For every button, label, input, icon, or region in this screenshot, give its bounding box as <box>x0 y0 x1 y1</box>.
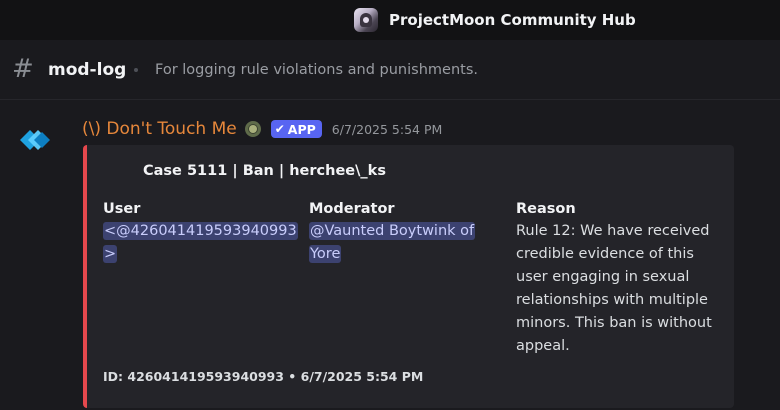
message-header: (\) Don't Touch Me ✔ APP 6/7/2025 5:54 P… <box>82 117 442 141</box>
channel-topic[interactable]: For logging rule violations and punishme… <box>155 62 478 78</box>
field-name: Reason <box>516 201 576 217</box>
channel-header: # mod-log For logging rule violations an… <box>0 41 780 100</box>
user-mention[interactable]: <@426041419593940993> <box>103 222 298 263</box>
app-badge-label: APP <box>287 121 316 137</box>
server-avatar-icon[interactable] <box>354 8 378 32</box>
role-icon <box>244 121 261 137</box>
moderator-mention[interactable]: @Vaunted Boytwink of Yore <box>309 222 476 263</box>
channel-name[interactable]: mod-log <box>48 60 126 80</box>
field-value: @Vaunted Boytwink of Yore <box>309 220 489 266</box>
embed-field-moderator: Moderator @Vaunted Boytwink of Yore <box>309 199 489 266</box>
diamond-logo-icon <box>20 130 50 150</box>
server-header[interactable]: ProjectMoon Community Hub <box>354 8 636 32</box>
reason-text: Rule 12: We have received credible evide… <box>516 223 712 354</box>
case-embed: Case 5111 | Ban | herchee\_ks User <@426… <box>83 145 734 408</box>
author-name[interactable]: (\) Don't Touch Me <box>82 119 237 139</box>
field-value: <@426041419593940993> <box>103 220 299 266</box>
embed-field-user: User <@426041419593940993> <box>103 199 299 266</box>
embed-field-reason: Reason Rule 12: We have received credibl… <box>516 199 712 358</box>
app-badge: ✔ APP <box>270 120 322 138</box>
server-name[interactable]: ProjectMoon Community Hub <box>389 11 636 29</box>
server-title-bar: ProjectMoon Community Hub <box>0 0 780 40</box>
bot-avatar[interactable] <box>16 119 58 161</box>
embed-title: Case 5111 | Ban | herchee\_ks <box>143 163 386 179</box>
verified-check-icon: ✔ <box>274 122 285 136</box>
hash-icon: # <box>12 54 34 84</box>
message-timestamp[interactable]: 6/7/2025 5:54 PM <box>332 122 442 137</box>
embed-footer: ID: 426041419593940993 • 6/7/2025 5:54 P… <box>103 369 424 384</box>
field-name: User <box>103 201 141 217</box>
topic-separator <box>134 68 138 72</box>
field-name: Moderator <box>309 201 395 217</box>
